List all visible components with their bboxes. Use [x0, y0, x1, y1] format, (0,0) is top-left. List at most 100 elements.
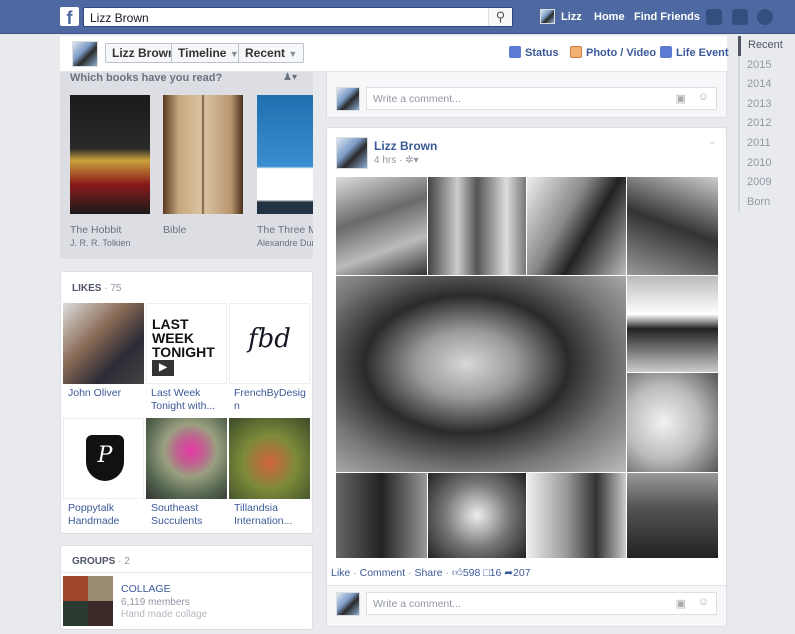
camera-icon[interactable]: ▣	[676, 597, 686, 610]
photo-video-label: Photo / Video	[586, 47, 657, 59]
status-button[interactable]: Status	[509, 46, 559, 59]
emoji-icon[interactable]: ☺	[698, 91, 709, 103]
year-item[interactable]: 2010	[738, 153, 795, 174]
book-cover-hobbit[interactable]	[70, 95, 150, 214]
search-value: Lizz Brown	[90, 11, 149, 25]
group-thumbnail[interactable]	[63, 576, 113, 626]
photo-video-button[interactable]: Photo / Video	[570, 46, 656, 59]
year-item[interactable]: 2015	[738, 55, 795, 76]
year-item[interactable]: Born	[738, 192, 795, 213]
book-title[interactable]: Bible	[163, 224, 186, 236]
group-description: Hand made collage	[121, 609, 208, 620]
find-friends-link[interactable]: Find Friends	[634, 11, 700, 23]
like-label[interactable]: Tillandsia Internation...	[234, 502, 310, 528]
like-image-john-oliver[interactable]	[63, 303, 144, 384]
play-icon: ▶	[152, 360, 174, 376]
year-item[interactable]: 2013	[738, 94, 795, 115]
timeline-dropdown[interactable]: Timeline ▼	[171, 43, 246, 63]
like-image-poppytalk[interactable]: P	[63, 418, 144, 499]
collage-photo[interactable]	[428, 177, 526, 275]
author-avatar[interactable]	[336, 137, 368, 169]
share-arrow-icon: ➦	[504, 567, 514, 579]
like-label[interactable]: Last Week Tonight with...	[151, 387, 223, 413]
chevron-down-icon: ▼	[288, 49, 298, 59]
collage-photo[interactable]	[428, 473, 526, 558]
book-cover-bible[interactable]	[163, 95, 243, 214]
likes-count[interactable]: 598	[463, 567, 481, 579]
collage-photo[interactable]	[627, 276, 718, 372]
pencil-icon	[509, 46, 521, 58]
books-title: Which books have you read?	[70, 72, 223, 84]
notifications-globe-icon[interactable]	[757, 9, 773, 25]
photo-icon	[570, 46, 582, 58]
recent-dropdown[interactable]: Recent ▼	[238, 43, 305, 63]
audience-gear-icon[interactable]: ✲▾	[405, 155, 418, 166]
group-name[interactable]: COLLAGE	[121, 583, 171, 595]
likes-count: 75	[110, 283, 122, 294]
collage-photo[interactable]	[627, 177, 718, 275]
post-actions: Like · Comment · Share · 👍︎598 □16 ➦207	[331, 567, 531, 579]
book-title[interactable]: The Hobbit	[70, 224, 121, 236]
like-button[interactable]: Like	[331, 567, 350, 579]
camera-icon[interactable]: ▣	[676, 92, 686, 105]
collage-photo[interactable]	[336, 473, 427, 558]
thumbs-up-icon: 👍︎	[451, 567, 463, 579]
collage-photo[interactable]	[527, 177, 626, 275]
year-item[interactable]: 2009	[738, 173, 795, 193]
comments-count[interactable]: 16	[490, 567, 502, 579]
messages-icon[interactable]	[732, 9, 748, 25]
flag-icon	[660, 46, 672, 58]
shares-count[interactable]: 207	[513, 567, 531, 579]
life-event-button[interactable]: Life Event	[660, 46, 729, 59]
search-input[interactable]: Lizz Brown ⚲	[83, 7, 513, 27]
groups-header[interactable]: GROUPS · 2	[72, 555, 130, 567]
year-item[interactable]: 2012	[738, 114, 795, 134]
profile-avatar[interactable]	[72, 41, 98, 67]
year-item[interactable]: Recent	[738, 36, 795, 56]
groups-title: GROUPS	[72, 556, 116, 567]
year-item[interactable]: 2011	[738, 133, 795, 154]
year-item[interactable]: 2014	[738, 75, 795, 95]
like-label[interactable]: John Oliver	[68, 387, 144, 400]
emoji-icon[interactable]: ☺	[698, 596, 709, 608]
privacy-selector-icon[interactable]: ♟▾	[283, 72, 297, 83]
book-author: J. R. R. Tolkien	[70, 238, 131, 248]
home-link[interactable]: Home	[594, 11, 625, 23]
like-image-last-week-tonight[interactable]: LAST WEEK TONIGHT ▶	[146, 303, 227, 384]
divider	[60, 572, 313, 573]
like-image-frenchbydesign[interactable]: fbd	[229, 303, 310, 384]
life-event-label: Life Event	[676, 47, 729, 59]
friend-requests-icon[interactable]	[706, 9, 722, 25]
group-members: 6,119 members	[121, 597, 190, 608]
share-button[interactable]: Share	[414, 567, 442, 579]
post-author[interactable]: Lizz Brown	[374, 139, 437, 153]
collage-photo[interactable]	[336, 177, 427, 275]
like-image-southeast-succulents[interactable]	[146, 418, 227, 499]
comment-button[interactable]: Comment	[360, 567, 406, 579]
year-navigation: Recent 2015 2014 2013 2012 2011 2010 200…	[738, 36, 795, 213]
commenter-avatar	[336, 592, 360, 616]
likes-title: LIKES	[72, 283, 102, 294]
book-title[interactable]: The Three Mu	[257, 224, 313, 236]
search-icon[interactable]: ⚲	[488, 8, 512, 26]
collage-photo-main[interactable]	[336, 276, 626, 472]
book-cover-three-musketeers[interactable]	[257, 95, 313, 214]
comment-input[interactable]: Write a comment... ▣ ☺	[366, 87, 717, 110]
user-avatar[interactable]	[540, 9, 555, 24]
like-label[interactable]: FrenchByDesign	[234, 387, 306, 413]
timeline-label: Timeline	[178, 46, 227, 60]
facebook-logo-icon[interactable]: f	[60, 7, 79, 26]
post-options-chevron-icon[interactable]: ⌄	[708, 136, 716, 147]
status-label: Status	[525, 47, 559, 59]
profile-link[interactable]: Lizz	[561, 11, 582, 23]
post-time[interactable]: 4 hrs	[374, 155, 396, 166]
collage-photo[interactable]	[627, 473, 718, 558]
comment-input[interactable]: Write a comment... ▣ ☺	[366, 592, 717, 615]
likes-header[interactable]: LIKES · 75	[72, 282, 121, 294]
collage-photo[interactable]	[627, 373, 718, 472]
like-image-tillandsia[interactable]	[229, 418, 310, 499]
collage-photo[interactable]	[527, 473, 626, 558]
like-label[interactable]: Southeast Succulents	[151, 502, 221, 528]
photo-collage[interactable]	[336, 177, 718, 558]
like-label[interactable]: Poppytalk Handmade	[68, 502, 138, 528]
